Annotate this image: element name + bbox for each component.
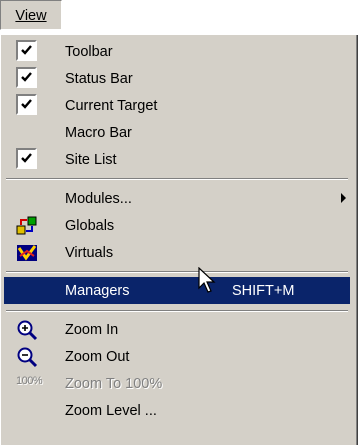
check-icon: [16, 40, 37, 61]
zoom-out-icon: [16, 346, 38, 368]
menu-item-macro-bar[interactable]: Macro Bar: [4, 119, 350, 146]
zoom-100-icon: 100%: [16, 375, 43, 387]
submenu-arrow-icon: [341, 193, 346, 203]
menu-title-label: View: [15, 8, 47, 24]
menu-item-managers[interactable]: Managers SHIFT+M: [4, 277, 350, 304]
menu-item-shortcut: SHIFT+M: [232, 282, 295, 299]
check-icon: [16, 148, 37, 169]
menu-item-label: Managers: [65, 282, 130, 299]
view-menu: Toolbar Status Bar Current Target Macro …: [0, 34, 358, 445]
menu-item-virtuals[interactable]: Virtuals: [4, 239, 350, 266]
menu-item-zoom-to-100: 100% Zoom To 100%: [4, 370, 350, 397]
check-icon: [16, 94, 37, 115]
virtuals-icon: [16, 242, 38, 264]
menu-item-label: Zoom To 100%: [65, 375, 163, 392]
menu-item-modules[interactable]: Modules...: [4, 185, 350, 212]
menu-item-current-target[interactable]: Current Target: [4, 92, 350, 119]
menu-item-label: Toolbar: [65, 43, 113, 60]
menu-item-toolbar[interactable]: Toolbar: [4, 38, 350, 65]
menu-separator: [6, 310, 348, 312]
menu-item-status-bar[interactable]: Status Bar: [4, 65, 350, 92]
mouse-cursor-icon: [198, 267, 216, 293]
menu-item-label: Macro Bar: [65, 124, 132, 141]
menu-item-zoom-level[interactable]: Zoom Level ...: [4, 397, 350, 424]
menu-title-view[interactable]: View: [0, 0, 62, 30]
menu-item-label: Modules...: [65, 190, 132, 207]
globals-icon: [16, 215, 38, 237]
zoom-in-icon: [16, 319, 38, 341]
menu-item-label: Zoom Out: [65, 348, 130, 365]
menu-item-site-list[interactable]: Site List: [4, 146, 350, 173]
menu-item-zoom-out[interactable]: Zoom Out: [4, 343, 350, 370]
check-icon: [16, 67, 37, 88]
menu-item-label: Zoom Level ...: [65, 402, 157, 419]
menu-item-label: Status Bar: [65, 70, 133, 87]
menu-item-label: Current Target: [65, 97, 158, 114]
menu-item-zoom-in[interactable]: Zoom In: [4, 316, 350, 343]
menu-separator: [6, 178, 348, 180]
menu-item-label: Zoom In: [65, 321, 119, 338]
menu-item-label: Site List: [65, 151, 117, 168]
menu-item-label: Virtuals: [65, 244, 114, 261]
menu-separator: [6, 271, 348, 273]
menubar: View: [0, 0, 358, 34]
menu-item-label: Globals: [65, 217, 115, 234]
menu-item-globals[interactable]: Globals: [4, 212, 350, 239]
